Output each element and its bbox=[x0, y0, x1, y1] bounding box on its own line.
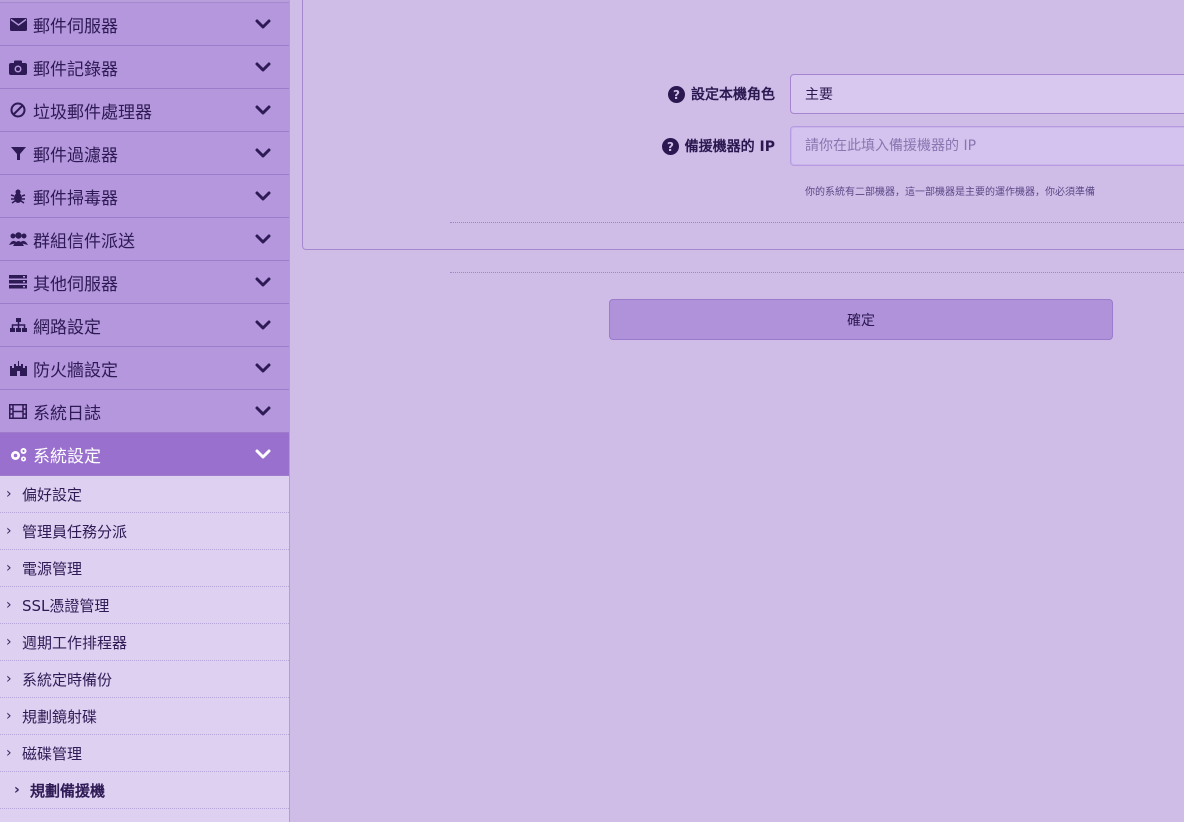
question-circle-icon: ? bbox=[661, 137, 679, 155]
menu-item-virus-scanner[interactable]: 郵件掃毒器 bbox=[0, 175, 289, 218]
server-icon bbox=[8, 275, 28, 289]
menu-item-spam-handler[interactable]: 垃圾郵件處理器 bbox=[0, 89, 289, 132]
chevron-right-icon: › bbox=[6, 486, 12, 502]
menu-label: 郵件記錄器 bbox=[33, 59, 118, 80]
backup-ip-row: ? 備援機器的 IP bbox=[600, 126, 1184, 166]
submenu-item-admin-tasks[interactable]: › 管理員任務分派 bbox=[0, 513, 289, 550]
chevron-right-icon: › bbox=[6, 523, 12, 539]
chevron-right-icon: › bbox=[6, 560, 12, 576]
chevron-down-icon bbox=[255, 148, 271, 158]
menu-item-mail-filter[interactable]: 郵件過濾器 bbox=[0, 132, 289, 175]
menu-label: 防火牆設定 bbox=[33, 360, 118, 381]
menu-label: 系統設定 bbox=[33, 446, 101, 467]
filter-icon bbox=[8, 146, 28, 161]
chevron-down-icon bbox=[255, 449, 271, 459]
chevron-down-icon bbox=[255, 105, 271, 115]
role-select[interactable] bbox=[790, 74, 1184, 114]
submenu-label: 電源管理 bbox=[22, 559, 83, 578]
svg-text:?: ? bbox=[667, 140, 674, 154]
menu-label: 郵件過濾器 bbox=[33, 145, 118, 166]
submenu-label: 管理員任務分派 bbox=[22, 522, 128, 541]
menu-item-system-settings[interactable]: 系統設定 bbox=[0, 433, 289, 476]
chevron-right-icon: › bbox=[14, 782, 20, 798]
role-label: ? 設定本機角色 bbox=[600, 84, 775, 104]
submenu-item-mirror-disk[interactable]: › 規劃鏡射碟 bbox=[0, 698, 289, 735]
question-circle-icon: ? bbox=[668, 85, 685, 103]
chevron-down-icon bbox=[255, 234, 271, 244]
chevron-right-icon: › bbox=[6, 745, 12, 761]
chevron-right-icon: › bbox=[6, 671, 12, 687]
menu-item-system-log[interactable]: 系統日誌 bbox=[0, 390, 289, 433]
menu-item-firewall-settings[interactable]: 防火牆設定 bbox=[0, 347, 289, 390]
submenu-item-ssl[interactable]: › SSL憑證管理 bbox=[0, 587, 289, 624]
submenu-label: 規劃鏡射碟 bbox=[22, 707, 98, 726]
backup-ip-label: ? 備援機器的 IP bbox=[600, 136, 775, 156]
submenu-item-disk-management[interactable]: › 磁碟管理 bbox=[0, 735, 289, 772]
menu-label: 郵件伺服器 bbox=[33, 16, 118, 37]
svg-text:?: ? bbox=[673, 88, 680, 102]
menu-label: 網路設定 bbox=[33, 317, 101, 338]
menu-label: 群組信件派送 bbox=[33, 231, 135, 252]
submenu-item-backup[interactable]: › 系統定時備份 bbox=[0, 661, 289, 698]
submenu-label: SSL憑證管理 bbox=[22, 596, 110, 615]
chevron-down-icon bbox=[255, 320, 271, 330]
gears-icon bbox=[8, 447, 28, 462]
menu-label: 垃圾郵件處理器 bbox=[33, 102, 152, 123]
film-icon bbox=[8, 403, 28, 419]
backup-ip-label-text: 備援機器的 IP bbox=[684, 139, 775, 155]
submenu-label: 偏好設定 bbox=[22, 485, 83, 504]
section-divider bbox=[450, 272, 1184, 273]
submenu-label: 規劃備援機 bbox=[30, 781, 106, 800]
ban-icon bbox=[8, 102, 28, 118]
confirm-button[interactable]: 確定 bbox=[609, 299, 1113, 340]
menu-item-other-servers[interactable]: 其他伺服器 bbox=[0, 261, 289, 304]
menu-item-group-mail[interactable]: 群組信件派送 bbox=[0, 218, 289, 261]
menu-label: 其他伺服器 bbox=[33, 274, 118, 295]
submenu-item-failover[interactable]: › 規劃備援機 bbox=[0, 772, 289, 809]
submenu-label: 磁碟管理 bbox=[22, 744, 83, 763]
chevron-right-icon: › bbox=[6, 597, 12, 613]
sitemap-icon bbox=[8, 317, 28, 333]
chevron-down-icon bbox=[255, 19, 271, 29]
chevron-down-icon bbox=[255, 277, 271, 287]
form-divider bbox=[450, 222, 1184, 223]
chevron-down-icon bbox=[255, 363, 271, 373]
fortress-icon bbox=[8, 360, 28, 376]
envelope-icon bbox=[8, 17, 28, 31]
menu-item-mail-server[interactable]: 郵件伺服器 bbox=[0, 3, 289, 46]
menu-label: 系統日誌 bbox=[33, 403, 101, 424]
hint-text: 你的系統有二部機器，這一部機器是主要的運作機器，你必須準備 bbox=[805, 187, 1095, 198]
users-icon bbox=[8, 232, 28, 246]
submenu-item-scheduler[interactable]: › 週期工作排程器 bbox=[0, 624, 289, 661]
chevron-down-icon bbox=[255, 406, 271, 416]
submenu-label: 系統定時備份 bbox=[22, 670, 113, 689]
settings-panel bbox=[302, 0, 1184, 250]
menu-item-mail-logger[interactable]: 郵件記錄器 bbox=[0, 46, 289, 89]
role-label-text: 設定本機角色 bbox=[691, 87, 775, 103]
chevron-right-icon: › bbox=[6, 708, 12, 724]
menu-item-network-settings[interactable]: 網路設定 bbox=[0, 304, 289, 347]
submenu-label: 週期工作排程器 bbox=[22, 633, 128, 652]
chevron-right-icon: › bbox=[6, 634, 12, 650]
menu-label: 郵件掃毒器 bbox=[33, 188, 118, 209]
sidebar: 郵件伺服器 郵件記錄器 垃圾郵件處理器 郵件過濾器 郵件掃毒器 群組信件派送 其… bbox=[0, 0, 290, 822]
role-row: ? 設定本機角色 bbox=[600, 74, 1184, 114]
bug-icon bbox=[8, 188, 28, 204]
chevron-down-icon bbox=[255, 62, 271, 72]
backup-ip-input[interactable] bbox=[790, 126, 1184, 166]
chevron-down-icon bbox=[255, 191, 271, 201]
submenu-item-power[interactable]: › 電源管理 bbox=[0, 550, 289, 587]
camera-icon bbox=[8, 60, 28, 75]
submenu-item-preferences[interactable]: › 偏好設定 bbox=[0, 476, 289, 513]
